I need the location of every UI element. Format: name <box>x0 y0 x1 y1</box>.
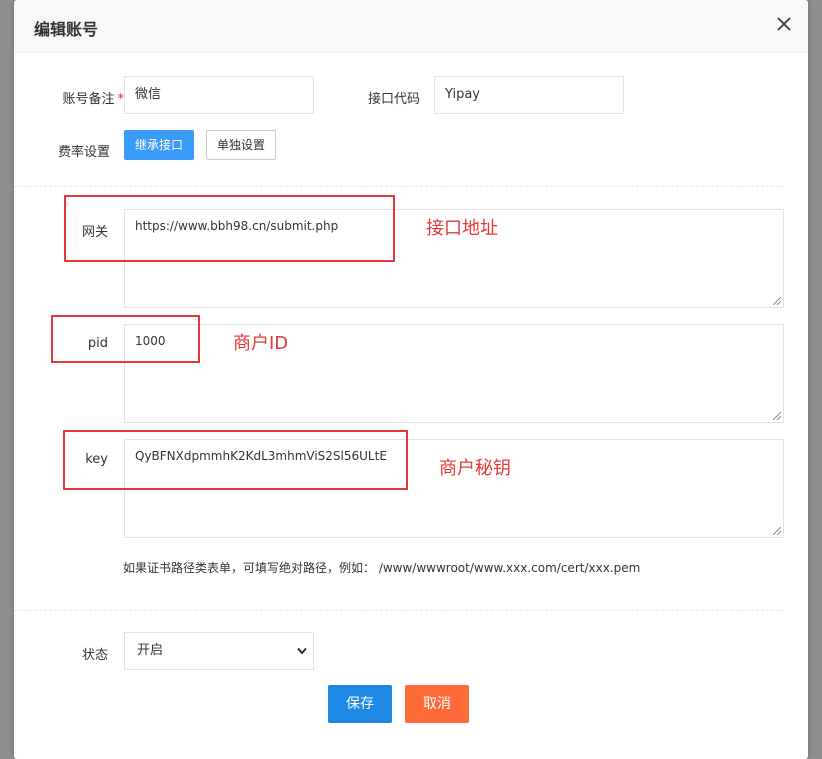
inherit-interface-button[interactable]: 继承接口 <box>124 130 195 160</box>
key-annotation-text: 商户秘钥 <box>439 458 511 479</box>
account-note-label: 账号备注 * <box>58 88 124 107</box>
key-annotation-box <box>63 430 408 490</box>
save-button[interactable]: 保存 <box>328 685 392 723</box>
interface-code-value: Yipay <box>445 87 481 102</box>
status-selected-value: 开启 <box>137 643 164 658</box>
cert-path-hint: 如果证书路径类表单，可填写绝对路径，例如： /www/wwwroot/www.x… <box>123 561 641 575</box>
cancel-button[interactable]: 取消 <box>405 685 469 723</box>
resize-grip-icon[interactable] <box>773 412 781 420</box>
gateway-annotation-box <box>64 195 395 262</box>
interface-code-label: 接口代码 <box>367 92 420 107</box>
pid-textarea[interactable]: 1000 <box>124 324 784 423</box>
close-button[interactable] <box>772 12 796 36</box>
edit-account-dialog: 编辑账号 账号备注 * 微信 接口代码 Yipay 费率设置 继承接口 单独设置 … <box>14 0 808 759</box>
close-icon <box>777 17 791 31</box>
separate-setting-button[interactable]: 单独设置 <box>206 130 277 160</box>
interface-code-input[interactable]: Yipay <box>434 76 624 114</box>
status-select[interactable]: 开启 <box>124 632 314 670</box>
status-label: 状态 <box>81 648 108 663</box>
account-note-value: 微信 <box>135 87 162 102</box>
resize-grip-icon[interactable] <box>773 297 781 305</box>
chevron-down-icon <box>297 647 307 655</box>
section-divider <box>14 610 784 611</box>
resize-grip-icon[interactable] <box>773 527 781 535</box>
pid-annotation-box <box>51 315 200 363</box>
pid-annotation-text: 商户ID <box>233 333 289 354</box>
dialog-header: 编辑账号 <box>14 0 808 53</box>
account-note-label-text: 账号备注 <box>62 92 115 107</box>
dialog-title: 编辑账号 <box>34 20 99 39</box>
rate-setting-label: 费率设置 <box>57 145 110 160</box>
account-note-input[interactable]: 微信 <box>124 76 314 114</box>
gateway-annotation-text: 接口地址 <box>426 218 498 239</box>
section-divider <box>14 186 784 187</box>
